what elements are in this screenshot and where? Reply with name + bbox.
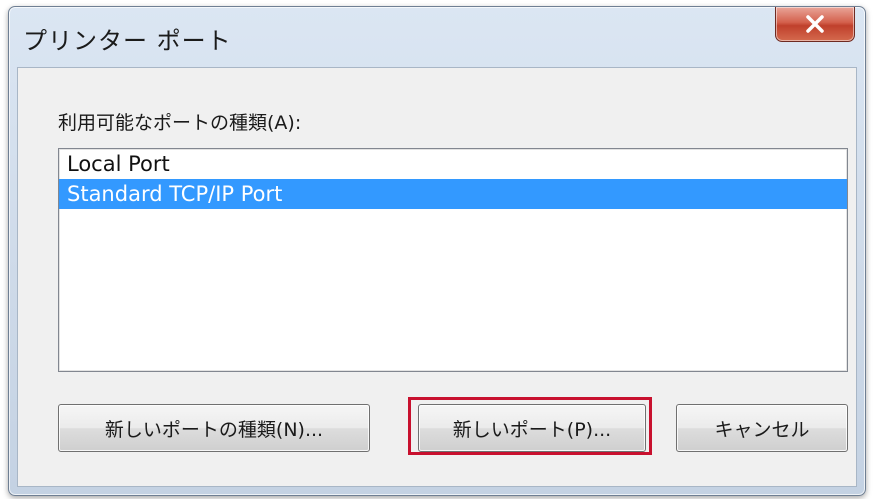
new-port-type-button[interactable]: 新しいポートの種類(N)... <box>58 404 370 452</box>
close-button[interactable] <box>775 7 855 42</box>
dialog-body: 利用可能なポートの種類(A): Local Port Standard TCP/… <box>17 67 857 487</box>
port-type-listbox[interactable]: Local Port Standard TCP/IP Port <box>58 148 848 372</box>
new-port-button[interactable]: 新しいポート(P)... <box>418 404 646 452</box>
title-bar[interactable]: プリンター ポート <box>9 7 865 67</box>
printer-port-dialog: プリンター ポート 利用可能なポートの種類(A): Local Port Sta… <box>8 6 866 496</box>
cancel-button[interactable]: キャンセル <box>676 404 848 452</box>
dialog-title: プリンター ポート <box>23 27 232 55</box>
close-icon <box>806 15 824 33</box>
list-item-local-port[interactable]: Local Port <box>59 149 847 179</box>
list-item-standard-tcpip-port[interactable]: Standard TCP/IP Port <box>59 179 847 209</box>
port-type-label: 利用可能なポートの種類(A): <box>58 112 302 134</box>
